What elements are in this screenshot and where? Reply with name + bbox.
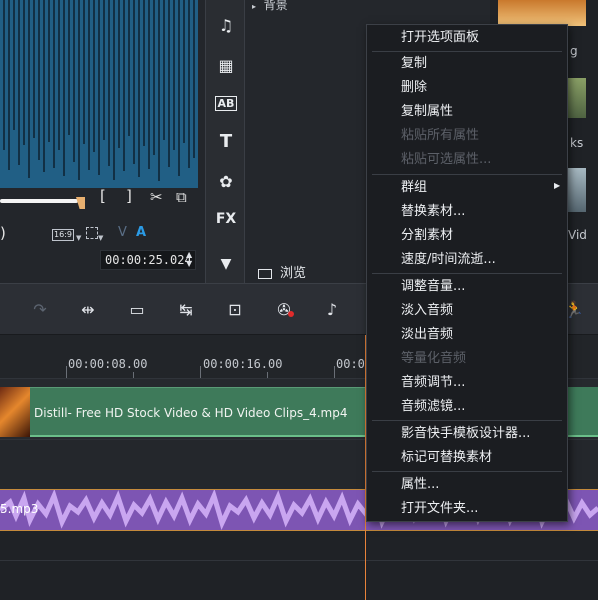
graphics-icon[interactable]: ✿	[212, 170, 240, 194]
audio-mix-icon[interactable]: ♪	[318, 300, 346, 320]
crop-icon[interactable]	[86, 227, 98, 239]
menu-item-speed-time-lapse[interactable]: 速度/时间流逝...	[401, 249, 496, 271]
aspect-ratio-selector[interactable]: 16:9	[52, 229, 74, 241]
mark-out-button[interactable]: ]	[126, 188, 132, 204]
browse-button[interactable]: 浏览	[258, 262, 306, 282]
menu-item-mark-replaceable-clip[interactable]: 标记可替换素材	[401, 447, 492, 469]
ruler-tick	[200, 366, 201, 378]
track-divider	[0, 560, 598, 561]
empty-track	[0, 531, 598, 600]
ruler-tick	[66, 366, 67, 378]
thumb-label: Vid	[568, 228, 587, 242]
menu-item-paste-all-attributes: 粘贴所有属性	[401, 128, 480, 143]
submenu-arrow-icon: ▶	[554, 181, 561, 190]
menu-item-group[interactable]: 群组	[401, 177, 427, 199]
video-clip-continuation[interactable]	[566, 387, 598, 437]
menu-item-delete[interactable]: 删除	[401, 77, 427, 99]
audio-clip-label: 5.mp3	[0, 502, 39, 516]
menu-item-open-folder[interactable]: 打开文件夹...	[401, 498, 478, 520]
menu-item-adjust-volume[interactable]: 调整音量...	[401, 276, 465, 298]
menu-item-fade-out-audio[interactable]: 淡出音频	[401, 324, 453, 346]
menu-item-properties[interactable]: 属性...	[401, 474, 439, 496]
folder-icon	[258, 268, 272, 279]
menu-item-normalize-audio: 等量化音频	[401, 351, 467, 366]
library-thumb[interactable]	[498, 0, 586, 26]
fit-project-icon[interactable]: ⇹	[74, 300, 102, 320]
instant-project-icon[interactable]: ▦	[212, 54, 240, 78]
scissors-icon[interactable]: ✂	[150, 189, 163, 205]
menu-item-open-options-panel[interactable]: 打开选项面板	[401, 27, 479, 49]
library-folder-label[interactable]: ▸ 背景	[252, 0, 288, 13]
timecode-stepper[interactable]: ▲ ▼	[186, 250, 192, 268]
ruler-label: 00:00:08.00	[68, 357, 148, 371]
vertical-toolbar: ♫ ▦ AB T ✿ FX ▼	[205, 0, 245, 283]
menu-item-split-clip[interactable]: 分割素材	[401, 225, 453, 247]
menu-item-fade-in-audio[interactable]: 淡入音频	[401, 300, 453, 322]
thumb-label: g	[570, 44, 578, 58]
chevron-down-icon[interactable]: ▼	[212, 252, 240, 276]
film-reel-icon[interactable]: ✇	[270, 300, 298, 320]
timecode-display[interactable]: 00:00:25.024	[100, 250, 196, 270]
transition-icon[interactable]: AB	[212, 92, 240, 116]
menu-separator	[372, 174, 562, 175]
ruler-tick	[133, 372, 134, 378]
ruler-tick	[334, 366, 335, 378]
volume-icon[interactable]: )	[0, 225, 6, 241]
record-dot-icon	[288, 311, 294, 317]
preview-waveform	[0, 0, 198, 188]
trim-icon[interactable]: ↹	[172, 300, 200, 320]
title-text-icon[interactable]: T	[212, 130, 240, 154]
ruler-label: 00:00:16.00	[203, 357, 283, 371]
chevron-down-icon: ▼	[76, 234, 82, 242]
mark-in-button[interactable]: [	[100, 188, 106, 204]
ruler-tick	[267, 372, 268, 378]
menu-separator	[372, 420, 562, 421]
fx-filter-icon[interactable]: FX	[212, 207, 240, 231]
menu-item-replace-clip[interactable]: 替换素材...	[401, 201, 465, 223]
menu-item-copy-attributes[interactable]: 复制属性	[401, 101, 453, 123]
chevron-right-icon: ▸	[252, 2, 257, 11]
chevron-down-icon: ▼	[98, 234, 104, 242]
menu-item-audio-filter[interactable]: 音频滤镜...	[401, 396, 465, 418]
menu-separator	[372, 273, 562, 274]
fullscreen-icon[interactable]: ▭	[123, 300, 151, 320]
video-clip-label: Distill- Free HD Stock Video & HD Video …	[34, 406, 348, 420]
redo-icon[interactable]: ↷	[26, 300, 54, 320]
menu-item-template-designer[interactable]: 影音快手模板设计器...	[401, 423, 530, 445]
audio-toggle[interactable]: A	[136, 225, 146, 240]
copy-frame-icon[interactable]: ⧉	[176, 189, 187, 205]
ripple-icon[interactable]: ⊡	[221, 300, 249, 320]
menu-separator	[372, 51, 562, 52]
video-toggle[interactable]: V	[118, 225, 127, 240]
menu-item-paste-selectable-attributes: 粘贴可选属性...	[401, 152, 492, 167]
video-clip-thumbnail	[0, 387, 30, 437]
menu-item-copy[interactable]: 复制	[401, 53, 427, 75]
menu-item-audio-ducking[interactable]: 音频调节...	[401, 372, 465, 394]
menu-separator	[372, 471, 562, 472]
audio-icon[interactable]: ♫	[212, 14, 240, 38]
scrub-bar[interactable]	[0, 199, 78, 203]
thumb-label: ks	[570, 136, 584, 150]
